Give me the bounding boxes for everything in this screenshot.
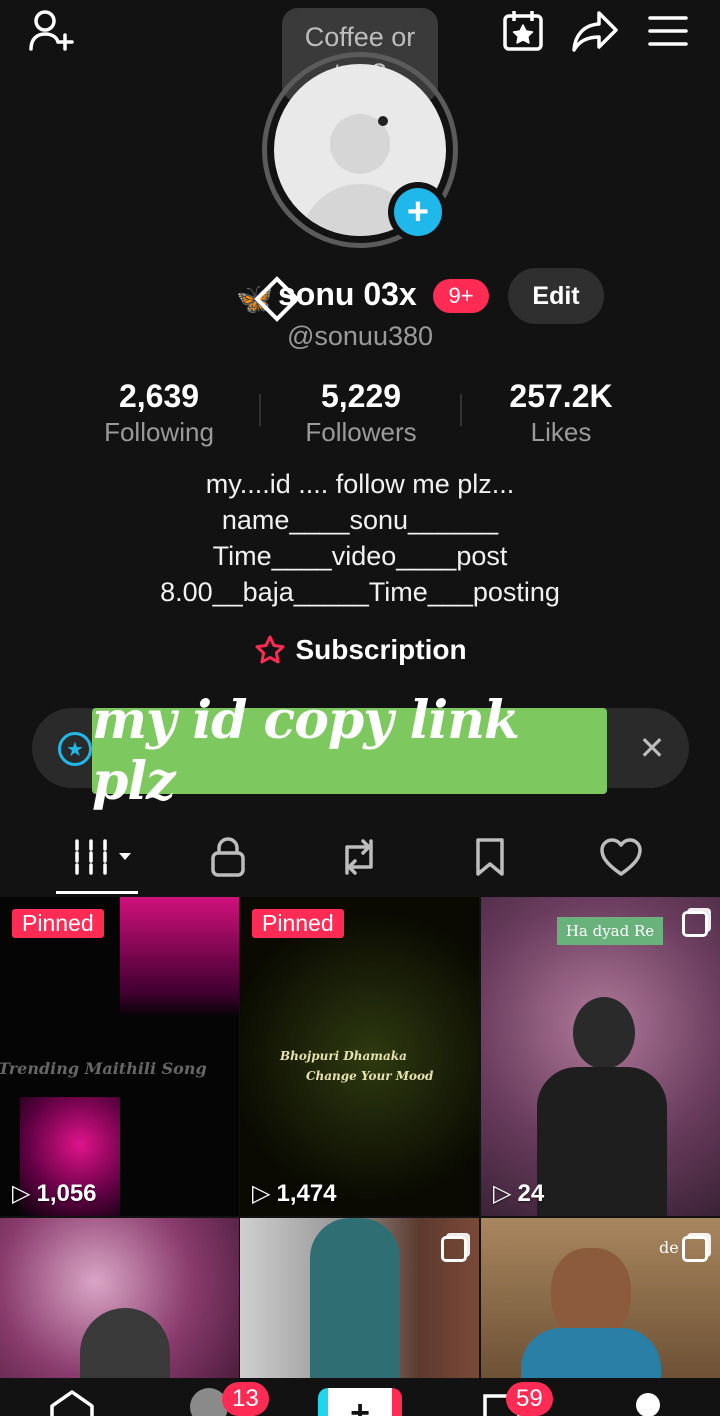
profile-nav-icon[interactable] [636, 1393, 660, 1416]
following-count: 2,639 [118, 378, 200, 414]
heart-icon [600, 838, 642, 876]
pinned-badge: Pinned [252, 909, 344, 938]
video-caption: Ha dyad Re [565, 922, 655, 940]
tab-videos[interactable] [58, 830, 148, 884]
view-count: ▷ 24 [493, 1179, 544, 1208]
add-friend-icon[interactable] [26, 6, 76, 56]
multi-photo-icon [441, 1236, 467, 1262]
video-caption: Bhojpuri Dhamaka [280, 1049, 407, 1063]
likes-label: Likes [530, 417, 592, 447]
multi-photo-icon [682, 911, 708, 937]
profile-name: sonu 03x [278, 276, 417, 312]
person-helmet [573, 997, 635, 1069]
pinned-badge: Pinned [12, 909, 104, 938]
view-count: ▷ 1,474 [252, 1179, 337, 1208]
bookmark-icon [476, 838, 504, 876]
active-tab-indicator [56, 891, 138, 894]
close-icon[interactable]: ✕ [632, 728, 672, 768]
promo-banner[interactable]: my id copy link plz [92, 690, 607, 812]
inbox-badge: 59 [506, 1382, 553, 1416]
play-icon: ▷ [252, 1180, 271, 1207]
add-photo-button[interactable]: + [388, 182, 448, 242]
tile-figure [521, 1328, 661, 1378]
repost-icon [345, 839, 373, 875]
video-caption: Change Your Mood [306, 1069, 434, 1083]
profile-name-row: 🦋 sonu 03x 9+ Edit [0, 268, 720, 328]
create-button[interactable]: + [318, 1388, 402, 1416]
stat-followers[interactable]: 5,229 Followers [261, 376, 461, 448]
video-tile[interactable] [240, 1218, 479, 1378]
video-tile[interactable]: de [481, 1218, 720, 1378]
edit-profile-button[interactable]: Edit [508, 268, 604, 324]
video-caption-box: Ha dyad Re [557, 917, 663, 945]
likes-count: 257.2K [509, 378, 613, 414]
plus-icon: + [394, 188, 442, 236]
tile-figure [310, 1218, 400, 1378]
bio-line: Time____video____post [212, 541, 508, 571]
view-count: ▷ 1,056 [12, 1179, 97, 1208]
tab-liked[interactable] [576, 830, 666, 884]
video-tile[interactable]: Trending Maithili Song Pinned ▷ 1,056 [0, 897, 239, 1216]
share-icon[interactable] [570, 6, 620, 56]
tile-figure [551, 1248, 631, 1338]
tile-pink-glow [120, 897, 239, 1017]
video-caption: de [659, 1238, 679, 1257]
view-count-value: 1,056 [36, 1179, 97, 1207]
subscription-star-icon [255, 635, 285, 664]
username: @sonuu380 [286, 321, 434, 351]
video-tile[interactable]: Bhojpuri Dhamaka Change Your Mood Pinned… [240, 897, 479, 1216]
home-icon[interactable] [48, 1390, 96, 1416]
subscription-label: Subscription [295, 634, 467, 665]
bio: my....id .... follow me plz... name____s… [0, 466, 720, 610]
notification-badge[interactable]: 9+ [433, 279, 489, 313]
person-body [537, 1067, 667, 1216]
promo-star-icon: ★ [58, 732, 92, 766]
video-tile[interactable]: Ha dyad Re ▷ 24 [481, 897, 720, 1216]
multi-photo-icon [682, 1236, 708, 1262]
video-tile[interactable] [0, 1218, 239, 1378]
stat-likes[interactable]: 257.2K Likes [461, 376, 661, 448]
view-count-value: 24 [517, 1179, 545, 1207]
plus-icon: + [350, 1394, 370, 1416]
followers-count: 5,229 [320, 378, 402, 414]
lock-icon [211, 837, 245, 877]
following-label: Following [104, 417, 214, 447]
play-icon: ▷ [493, 1180, 512, 1207]
tooltip-line-1: Coffee or [304, 22, 416, 52]
followers-label: Followers [305, 417, 417, 447]
subscription-button[interactable]: Subscription [0, 634, 720, 666]
bio-line: my....id .... follow me plz... [205, 469, 515, 499]
video-caption: Trending Maithili Song [0, 1059, 207, 1078]
menu-icon[interactable] [643, 6, 693, 56]
stat-following[interactable]: 2,639 Following [59, 376, 259, 448]
tile-figure [80, 1308, 170, 1378]
view-count-value: 1,474 [276, 1179, 337, 1207]
tooltip-anchor-dot [378, 116, 388, 126]
bio-line: name____sonu______ [221, 505, 499, 535]
grid-icon [75, 839, 131, 875]
tab-favorites[interactable] [445, 830, 535, 884]
calendar-star-icon[interactable] [498, 6, 548, 56]
play-icon: ▷ [12, 1180, 31, 1207]
tab-private[interactable] [183, 830, 273, 884]
bio-line: 8.00__baja_____Time___posting [160, 577, 560, 607]
friends-badge: 13 [222, 1382, 269, 1416]
tab-reposts[interactable] [314, 830, 404, 884]
